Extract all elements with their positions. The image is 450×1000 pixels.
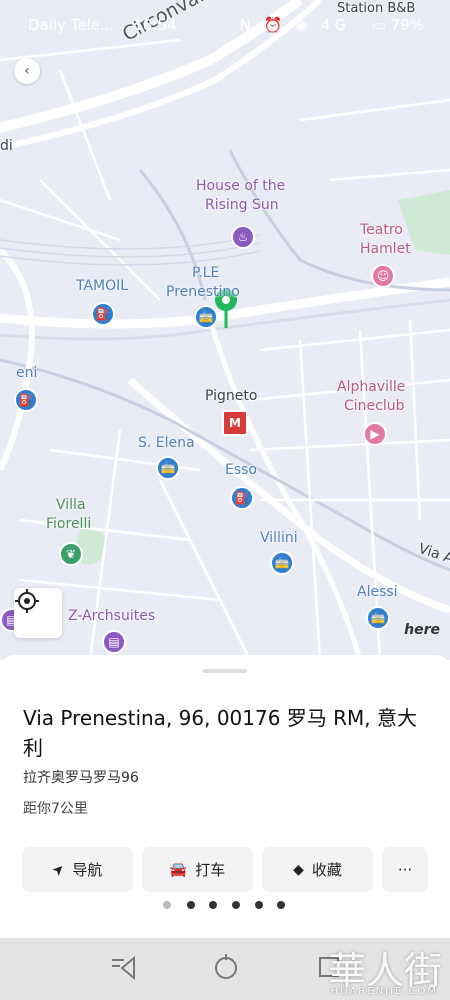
map-label-pigneto: Pigneto	[205, 388, 258, 404]
gas-station-poi-icon[interactable]: ⛽	[230, 486, 254, 510]
pager-dot[interactable]	[163, 901, 171, 909]
metro-station-icon[interactable]: M	[222, 410, 248, 436]
pager-dot[interactable]	[232, 901, 240, 909]
favorite-label: 收藏	[311, 861, 342, 879]
place-subtitle: 拉齐奥罗马罗马96	[23, 770, 139, 786]
carrier-label: Daily Tele...	[28, 16, 115, 34]
park-poi-icon[interactable]: ❦	[59, 542, 83, 566]
map-label-house-rising-sun-1: House of the	[196, 178, 286, 194]
battery-label: ▭ 79%	[371, 16, 424, 34]
map-label-s-elena: S. Elena	[138, 435, 195, 451]
time-label: 18:54	[133, 16, 177, 34]
more-icon: ···	[397, 860, 413, 879]
tram-stop-icon[interactable]: 🚋	[270, 551, 294, 575]
back-button[interactable]: ‹	[14, 58, 40, 84]
favorite-button[interactable]: ◆ 收藏	[262, 847, 373, 892]
map-label-villini: Villini	[260, 530, 298, 546]
status-left: Daily Tele... 18:54	[28, 16, 177, 34]
map-label-house-rising-sun-2: Rising Sun	[205, 197, 279, 213]
taxi-label: 打车	[195, 861, 226, 879]
watermark-sub: HUARENJIE.COM	[330, 986, 438, 997]
map-label-alphaville-1: Alphaville	[337, 379, 406, 395]
cinema-poi-icon[interactable]: ▶	[363, 422, 387, 446]
action-buttons: ➤ 导航 🚘 打车 ◆ 收藏 ···	[22, 847, 432, 892]
here-logo: here	[404, 622, 440, 638]
status-bar: Daily Tele... 18:54 N ⏰ ◉ 4G ▭ 79%	[0, 0, 450, 50]
battery-icon: ▭	[371, 16, 386, 34]
pager-dot[interactable]	[209, 901, 217, 909]
tram-stop-icon[interactable]: 🚋	[194, 305, 218, 329]
restaurant-poi-icon[interactable]: ♨	[231, 225, 255, 249]
home-icon[interactable]	[211, 952, 241, 982]
place-details-sheet: Via Prenestina, 96, 00176 罗马 RM, 意大利 拉齐奥…	[0, 655, 450, 938]
tram-stop-icon[interactable]: 🚋	[156, 456, 180, 480]
map-label-alphaville-2: Cineclub	[344, 398, 405, 414]
navigate-button[interactable]: ➤ 导航	[22, 847, 133, 892]
car-icon: 🚘	[169, 861, 188, 878]
place-distance: 距你7公里	[23, 801, 88, 817]
gas-station-poi-icon[interactable]: ⛽	[91, 302, 115, 326]
status-icons: N ⏰ ◉ 4G	[239, 16, 350, 34]
map-view[interactable]: Circonvallazione Station B&B di House of…	[0, 0, 450, 660]
navigation-arrow-icon: ➤	[48, 859, 69, 880]
place-title: Via Prenestina, 96, 00176 罗马 RM, 意大利	[23, 706, 418, 760]
taxi-button[interactable]: 🚘 打车	[142, 847, 253, 892]
map-label-teatro-1: Teatro	[360, 222, 403, 238]
chevron-left-icon: ‹	[24, 63, 30, 79]
map-label-ple-1: P.LE	[192, 265, 220, 281]
pager-dot[interactable]	[255, 901, 263, 909]
map-label-di: di	[0, 138, 13, 154]
map-label-teatro-2: Hamlet	[360, 241, 411, 257]
map-label-villa-2: Fiorelli	[46, 516, 92, 532]
pager-dot[interactable]	[277, 901, 285, 909]
crosshair-icon	[15, 589, 39, 613]
map-label-z-archsuites: Z-Archsuites	[68, 608, 156, 624]
navigate-label: 导航	[72, 861, 103, 879]
drag-handle[interactable]	[203, 669, 247, 673]
tram-stop-icon[interactable]: 🚋	[366, 606, 390, 630]
cube-icon: ◆	[293, 861, 304, 878]
map-label-tamoil: TAMOIL	[76, 278, 129, 294]
map-label-ple-2: Prenestino	[166, 284, 240, 300]
gas-station-poi-icon[interactable]: ⛽	[14, 388, 38, 412]
map-label-alessi: Alessi	[357, 584, 398, 600]
more-button[interactable]: ···	[382, 847, 428, 892]
locate-me-button[interactable]	[14, 588, 62, 638]
map-label-esso: Esso	[225, 462, 257, 478]
hotel-poi-icon[interactable]: ▤	[102, 630, 126, 654]
menu-back-icon[interactable]	[108, 952, 138, 982]
theater-poi-icon[interactable]: ☺	[371, 264, 395, 288]
map-label-eni: eni	[16, 365, 38, 381]
map-label-villa-1: Villa	[56, 497, 86, 513]
pager-dot[interactable]	[187, 901, 195, 909]
